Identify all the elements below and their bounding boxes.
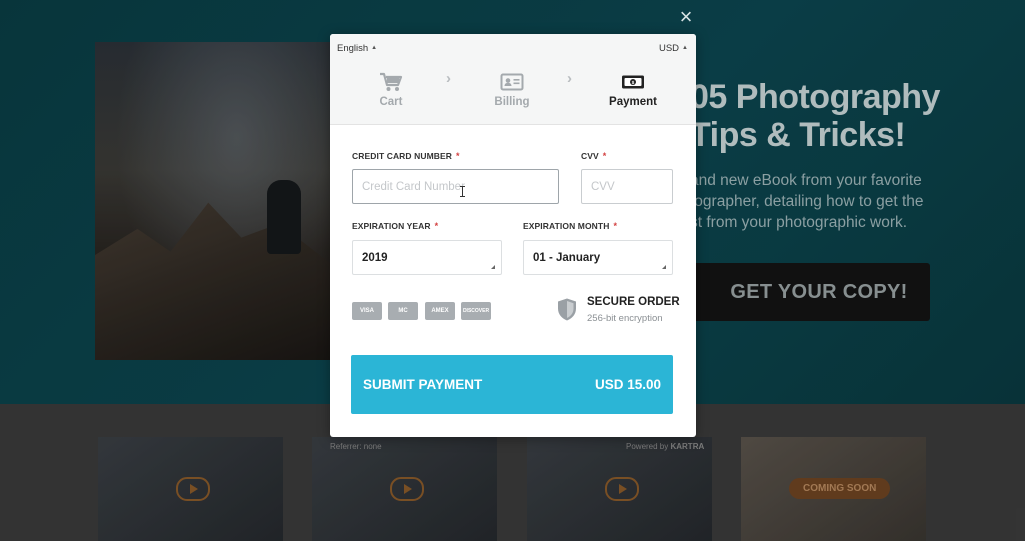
submit-payment-button[interactable]: SUBMIT PAYMENT USD 15.00 [351,355,673,414]
close-icon[interactable]: × [677,6,695,28]
expiration-month-label-text: EXPIRATION MONTH [523,221,610,231]
cvv-input[interactable] [581,169,673,204]
step-billing[interactable]: Billing [477,72,547,108]
required-mark: * [613,221,618,231]
required-mark: * [434,221,439,231]
mastercard-card-icon: MC [388,302,418,320]
checkout-modal: English ▲ USD ▲ Cart › Billing › $ Payme… [330,34,696,437]
submit-label: SUBMIT PAYMENT [363,377,483,392]
text-cursor-icon [460,186,465,197]
secure-order-subtitle: 256-bit encryption [587,313,663,324]
dropdown-corner-icon [662,265,666,269]
amex-card-icon: AMEX [425,302,455,320]
card-number-label: CREDIT CARD NUMBER * [352,151,460,161]
discover-card-icon: DISCOVER [461,302,491,320]
cart-icon [380,72,403,91]
card-number-label-text: CREDIT CARD NUMBER [352,151,453,161]
chevron-right-icon: › [567,70,572,87]
modal-header: English ▲ USD ▲ Cart › Billing › $ Payme… [330,34,696,125]
language-value: English [337,43,369,54]
expiration-year-label-text: EXPIRATION YEAR [352,221,431,231]
step-cart[interactable]: Cart [356,72,426,108]
cvv-label: CVV * [581,151,606,161]
expiration-year-select[interactable]: 2019 [352,240,502,275]
step-label: Billing [494,96,530,108]
visa-card-icon: VISA [352,302,382,320]
step-payment[interactable]: $ Payment [598,72,668,108]
expiration-year-label: EXPIRATION YEAR * [352,221,438,231]
dropdown-corner-icon [491,265,495,269]
shield-icon [558,298,576,321]
submit-amount: USD 15.00 [594,377,661,392]
expiration-month-label: EXPIRATION MONTH * [523,221,617,231]
step-label: Cart [379,96,403,108]
secure-order-title: SECURE ORDER [587,296,680,308]
required-mark: * [602,151,607,161]
expiration-year-value: 2019 [362,252,388,264]
step-label: Payment [609,96,657,108]
language-selector[interactable]: English ▲ [337,43,377,54]
currency-selector[interactable]: USD ▲ [659,43,688,54]
id-card-icon [500,73,524,91]
dropdown-triangle-icon: ▲ [371,45,378,52]
cvv-label-text: CVV [581,151,599,161]
currency-value: USD [658,43,680,54]
expiration-month-select[interactable]: 01 - January [523,240,673,275]
dropdown-triangle-icon: ▲ [682,45,688,52]
chevron-right-icon: › [446,70,451,87]
card-number-input[interactable] [352,169,559,204]
required-mark: * [456,151,460,161]
expiration-month-value: 01 - January [533,252,601,264]
money-icon: $ [622,75,644,89]
